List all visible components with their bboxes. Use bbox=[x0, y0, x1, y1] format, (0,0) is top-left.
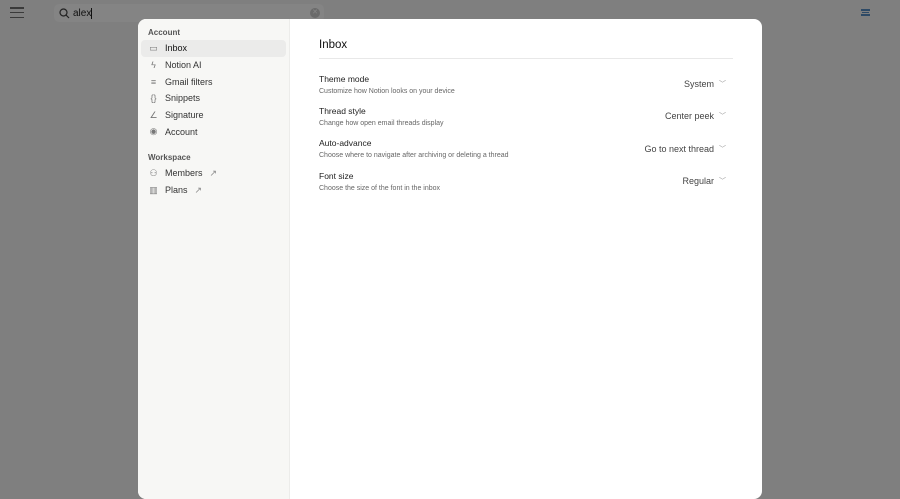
setting-label: Font size bbox=[319, 170, 354, 181]
chevron-down-icon: ﹀ bbox=[719, 178, 726, 186]
sidebar-item-notion-ai[interactable]: ϟ Notion AI bbox=[141, 57, 286, 74]
external-link-icon: ↗ bbox=[209, 167, 218, 178]
chevron-down-icon: ﹀ bbox=[719, 145, 726, 153]
setting-thread-style: Thread style Change how open email thread… bbox=[319, 100, 733, 132]
sidebar-item-members[interactable]: ⚇ Members ↗ bbox=[141, 165, 286, 182]
filter-icon[interactable] bbox=[861, 9, 870, 16]
dropdown-value: Regular bbox=[682, 176, 714, 187]
sidebar-item-label: Snippets bbox=[165, 93, 201, 104]
sidebar-item-plans[interactable]: ▥ Plans ↗ bbox=[141, 182, 286, 199]
external-link-icon: ↗ bbox=[194, 184, 203, 195]
setting-description: Choose the size of the font in the inbox bbox=[319, 184, 441, 192]
user-circle-icon: ◉ bbox=[149, 126, 158, 137]
auto-advance-dropdown[interactable]: Go to next thread ﹀ bbox=[644, 144, 726, 154]
sidebar-item-gmail-filters[interactable]: ≡ Gmail filters bbox=[141, 73, 286, 90]
setting-label: Auto-advance bbox=[319, 138, 372, 149]
sidebar-item-label: Inbox bbox=[165, 43, 188, 54]
chevron-down-icon: ﹀ bbox=[719, 81, 726, 89]
sidebar-item-snippets[interactable]: {} Snippets bbox=[141, 90, 286, 107]
sidebar-item-account[interactable]: ◉ Account bbox=[141, 123, 286, 140]
font-size-dropdown[interactable]: Regular ﹀ bbox=[682, 176, 726, 186]
page-title: Inbox bbox=[319, 39, 733, 59]
search-icon bbox=[59, 7, 70, 18]
braces-icon: {} bbox=[150, 93, 157, 104]
setting-label: Thread style bbox=[319, 105, 366, 116]
thread-style-dropdown[interactable]: Center peek ﹀ bbox=[665, 111, 726, 121]
map-icon: ▥ bbox=[149, 184, 158, 195]
settings-content: Inbox Theme mode Customize how Notion loo… bbox=[290, 19, 762, 499]
setting-font-size: Font size Choose the size of the font in … bbox=[319, 165, 733, 197]
settings-sidebar: Account ▭ Inbox ϟ Notion AI ≡ Gmail filters… bbox=[138, 19, 290, 499]
sidebar-item-label: Notion AI bbox=[165, 60, 202, 71]
setting-label: Theme mode bbox=[319, 73, 370, 84]
inbox-icon: ▭ bbox=[149, 42, 158, 53]
setting-description: Choose where to navigate after archiving… bbox=[319, 152, 509, 160]
settings-modal: Account ▭ Inbox ϟ Notion AI ≡ Gmail filters… bbox=[138, 19, 762, 499]
members-icon: ⚇ bbox=[149, 167, 158, 178]
sidebar-item-label: Members bbox=[165, 168, 203, 179]
dropdown-value: System bbox=[683, 79, 714, 90]
theme-mode-dropdown[interactable]: System ﹀ bbox=[684, 79, 726, 89]
sidebar-item-label: Gmail filters bbox=[165, 76, 213, 87]
signature-icon: ∠ bbox=[149, 109, 158, 120]
sidebar-item-inbox[interactable]: ▭ Inbox bbox=[141, 40, 286, 57]
dropdown-value: Center peek bbox=[664, 111, 714, 122]
dropdown-value: Go to next thread bbox=[644, 143, 714, 154]
search-input[interactable]: alex bbox=[73, 7, 93, 19]
notion-ai-icon: ϟ bbox=[151, 60, 156, 71]
chevron-down-icon: ﹀ bbox=[719, 113, 726, 121]
clear-search-icon[interactable]: ✕ bbox=[310, 8, 320, 18]
sidebar-item-label: Signature bbox=[165, 110, 204, 121]
setting-theme-mode: Theme mode Customize how Notion looks on … bbox=[319, 68, 733, 100]
sidebar-item-label: Plans bbox=[165, 185, 188, 196]
setting-auto-advance: Auto-advance Choose where to navigate aft… bbox=[319, 133, 733, 165]
menu-icon[interactable] bbox=[10, 7, 24, 18]
sidebar-item-label: Account bbox=[165, 126, 198, 137]
setting-description: Customize how Notion looks on your devic… bbox=[319, 87, 455, 95]
section-heading-workspace: Workspace bbox=[148, 153, 191, 163]
setting-description: Change how open email threads display bbox=[319, 119, 444, 127]
filter-icon: ≡ bbox=[150, 76, 157, 87]
section-heading-account: Account bbox=[148, 28, 180, 37]
sidebar-item-signature[interactable]: ∠ Signature bbox=[141, 107, 286, 124]
